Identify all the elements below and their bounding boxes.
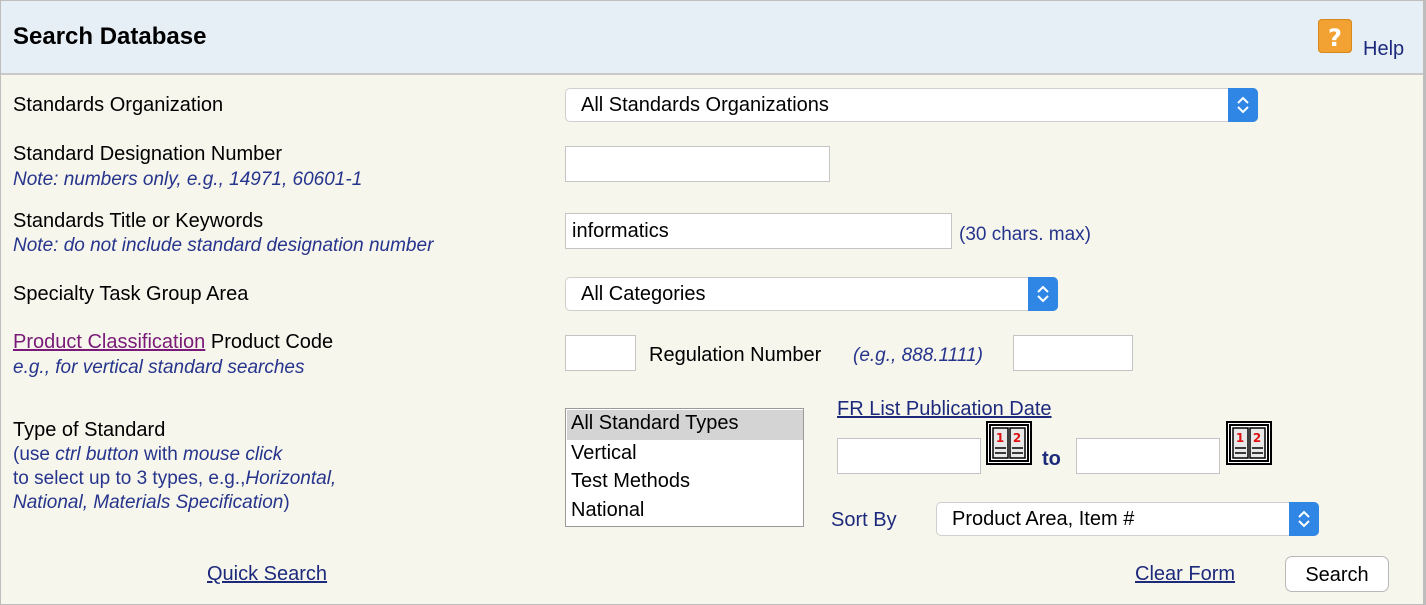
regulation-number-hint: (e.g., 888.1111) (853, 345, 983, 366)
keywords-note: Note: do not include standard designatio… (13, 235, 434, 256)
standards-org-select[interactable]: All Standards Organizations (565, 88, 1258, 122)
svg-text:2: 2 (1013, 431, 1021, 445)
product-code-input[interactable] (565, 335, 636, 371)
keywords-hint: (30 chars. max) (959, 224, 1091, 245)
type-option[interactable]: All Standard Types (571, 412, 739, 435)
type-option[interactable]: Vertical (571, 442, 637, 465)
calendar-icon[interactable]: 1 2 (1226, 421, 1272, 465)
task-group-selected: All Categories (581, 283, 706, 305)
chevron-updown-icon (1028, 277, 1058, 311)
type-note-line1: (use ctrl button with mouse click (13, 444, 283, 465)
fr-date-link[interactable]: FR List Publication Date (837, 398, 1052, 421)
product-row-label: Product Classification Product Code (13, 331, 333, 354)
clear-form-link[interactable]: Clear Form (1135, 563, 1235, 586)
task-group-select[interactable]: All Categories (565, 277, 1058, 311)
regulation-number-input[interactable] (1013, 335, 1133, 371)
search-database-panel: Search Database ? Help Standards Organiz… (0, 0, 1426, 605)
regulation-number-label: Regulation Number (649, 344, 822, 366)
help-link[interactable]: Help (1363, 38, 1404, 61)
designation-input[interactable] (565, 146, 830, 182)
product-note: e.g., for vertical standard searches (13, 357, 305, 378)
standards-org-label: Standards Organization (13, 94, 224, 116)
keywords-input[interactable] (565, 213, 952, 249)
standards-org-selected: All Standards Organizations (581, 94, 829, 116)
search-button[interactable]: Search (1285, 556, 1389, 592)
svg-text:1: 1 (996, 431, 1004, 445)
designation-label: Standard Designation Number (13, 143, 283, 165)
fr-date-to-input[interactable] (1076, 438, 1220, 474)
quick-search-link[interactable]: Quick Search (207, 563, 327, 586)
help-icon[interactable]: ? (1318, 19, 1352, 53)
type-option[interactable]: Test Methods (571, 470, 690, 493)
keywords-label: Standards Title or Keywords (13, 210, 264, 232)
svg-text:2: 2 (1253, 431, 1261, 445)
type-listbox[interactable]: All Standard Types Vertical Test Methods… (565, 408, 804, 527)
calendar-icon[interactable]: 1 2 (986, 421, 1032, 465)
product-code-label: Product Code (205, 331, 334, 353)
sort-by-selected: Product Area, Item # (952, 508, 1135, 530)
chevron-updown-icon (1289, 502, 1319, 536)
to-label: to (1042, 448, 1061, 470)
page-title: Search Database (13, 23, 207, 50)
type-option[interactable]: National (571, 499, 644, 522)
sort-by-label: Sort By (831, 509, 897, 531)
fr-date-from-input[interactable] (837, 438, 981, 474)
designation-note: Note: numbers only, e.g., 14971, 60601-1 (13, 169, 363, 190)
task-group-label: Specialty Task Group Area (13, 283, 249, 305)
svg-text:?: ? (1328, 24, 1342, 52)
type-label: Type of Standard (13, 419, 166, 441)
product-classification-link[interactable]: Product Classification (13, 331, 205, 353)
sort-by-select[interactable]: Product Area, Item # (936, 502, 1319, 536)
chevron-updown-icon (1228, 88, 1258, 122)
type-note-line2: to select up to 3 types, e.g.,Horizontal… (13, 468, 337, 489)
type-note-line3: National, Materials Specification) (13, 492, 290, 513)
panel-header: Search Database ? Help (1, 1, 1423, 75)
svg-text:1: 1 (1236, 431, 1244, 445)
